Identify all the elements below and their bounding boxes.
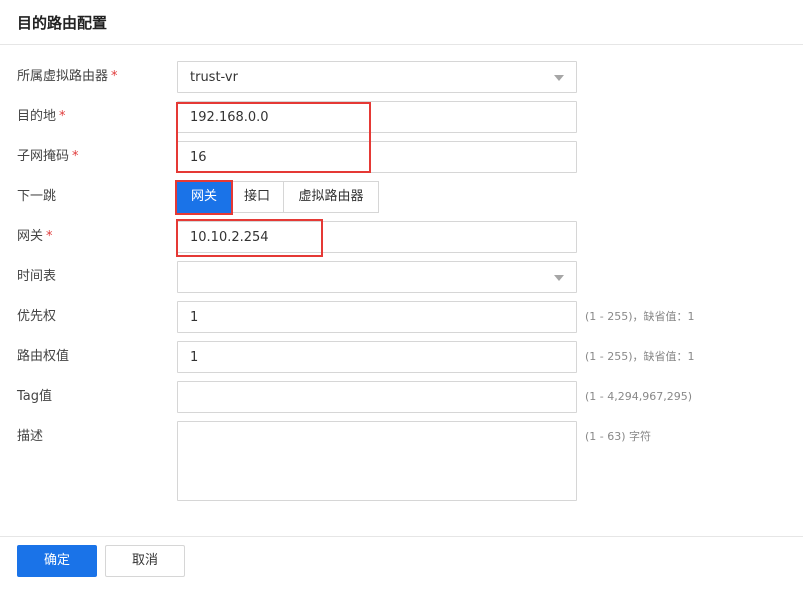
cancel-button[interactable]: 取消 (105, 545, 185, 577)
destination-input[interactable]: 192.168.0.0 (177, 101, 577, 133)
required-mark: * (72, 149, 79, 164)
route-weight-hint: (1 - 255)，缺省值：1 (585, 350, 695, 363)
priority-input[interactable]: 1 (177, 301, 577, 333)
priority-hint: (1 - 255)，缺省值：1 (585, 310, 695, 323)
virtual-router-select[interactable]: trust-vr (177, 61, 577, 93)
subnet-mask-value: 16 (190, 150, 207, 165)
gateway-label: 网关 * (17, 229, 53, 244)
priority-label: 优先权 (17, 309, 57, 324)
next-hop-option-gateway[interactable]: 网关 (177, 181, 231, 213)
next-hop-option-virtual-router[interactable]: 虚拟路由器 (284, 181, 379, 213)
route-weight-value: 1 (190, 350, 199, 365)
tag-label: Tag值 (17, 389, 53, 404)
schedule-select[interactable] (177, 261, 577, 293)
gateway-value: 10.10.2.254 (190, 230, 269, 245)
required-mark: * (46, 229, 53, 244)
chevron-down-icon (554, 275, 564, 281)
ok-button[interactable]: 确定 (17, 545, 97, 577)
next-hop-label: 下一跳 (17, 189, 57, 204)
chevron-down-icon (554, 75, 564, 81)
subnet-mask-label: 子网掩码 * (17, 149, 79, 164)
required-mark: * (59, 109, 66, 124)
destination-value: 192.168.0.0 (190, 110, 269, 125)
gateway-input[interactable]: 10.10.2.254 (177, 221, 577, 253)
route-weight-label: 路由权值 (17, 349, 70, 364)
virtual-router-label: 所属虚拟路由器 * (17, 69, 118, 84)
subnet-mask-input[interactable]: 16 (177, 141, 577, 173)
route-weight-input[interactable]: 1 (177, 341, 577, 373)
virtual-router-value: trust-vr (190, 70, 238, 85)
description-textarea[interactable] (177, 421, 577, 501)
dialog-header: 目的路由配置 (0, 0, 803, 45)
destination-label: 目的地 * (17, 109, 66, 124)
description-hint: (1 - 63) 字符 (585, 430, 652, 443)
schedule-label: 时间表 (17, 269, 57, 284)
tag-input[interactable] (177, 381, 577, 413)
required-mark: * (111, 69, 118, 84)
dialog-title: 目的路由配置 (17, 14, 108, 32)
description-label: 描述 (17, 429, 44, 444)
tag-hint: (1 - 4,294,967,295) (585, 390, 693, 403)
priority-value: 1 (190, 310, 199, 325)
next-hop-option-interface[interactable]: 接口 (231, 181, 284, 213)
